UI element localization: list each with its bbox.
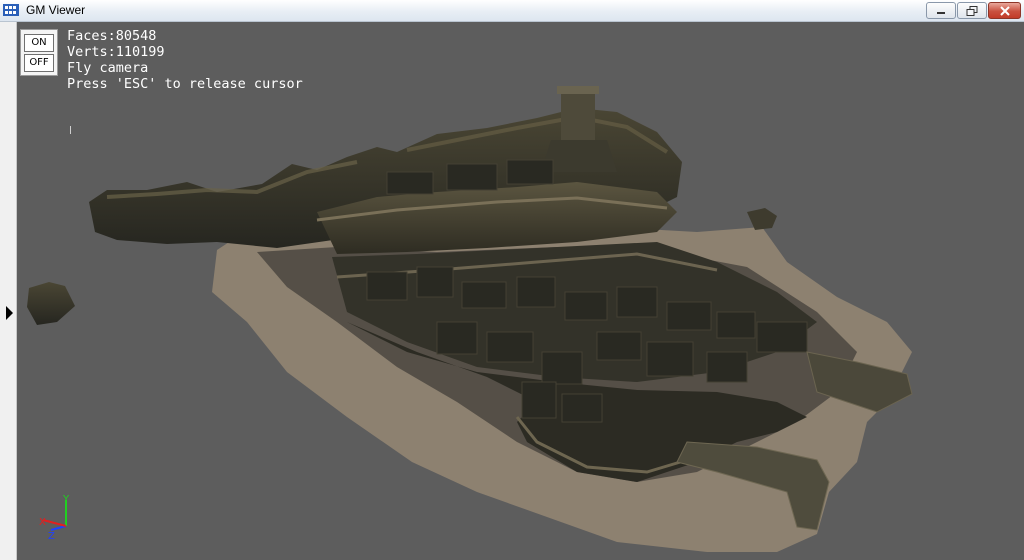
cursor-hint: Press 'ESC' to release cursor [67, 76, 303, 92]
axis-label-z: Z [48, 531, 55, 542]
tower-top [557, 86, 599, 94]
on-button[interactable]: ON [24, 34, 54, 52]
scene-render: Y Z X [27, 86, 913, 552]
3d-viewport[interactable]: Y Z X [17, 22, 1024, 560]
marker [70, 126, 71, 134]
tower [561, 90, 595, 142]
minimize-button[interactable] [926, 2, 956, 19]
app-icon [3, 4, 19, 16]
close-button[interactable] [988, 2, 1021, 19]
right-rock-island [747, 208, 777, 230]
minimize-icon [937, 11, 945, 14]
axis-label-x: X [39, 517, 46, 528]
off-button[interactable]: OFF [24, 54, 54, 72]
side-panel-strip[interactable] [0, 22, 17, 560]
faces-count: Faces:80548 [67, 28, 157, 44]
axis-label-y: Y [62, 494, 70, 505]
expand-arrow-icon[interactable] [6, 306, 13, 320]
title-bar[interactable]: GM Viewer [0, 0, 1024, 22]
left-rock-island [27, 282, 75, 325]
close-icon [999, 5, 1010, 16]
restore-button[interactable] [957, 2, 987, 19]
render-toggle-panel: ON OFF [20, 29, 58, 76]
camera-mode: Fly camera [67, 60, 149, 76]
window-title: GM Viewer [26, 3, 86, 17]
maximize-icon [966, 5, 978, 16]
verts-count: Verts:110199 [67, 44, 165, 60]
